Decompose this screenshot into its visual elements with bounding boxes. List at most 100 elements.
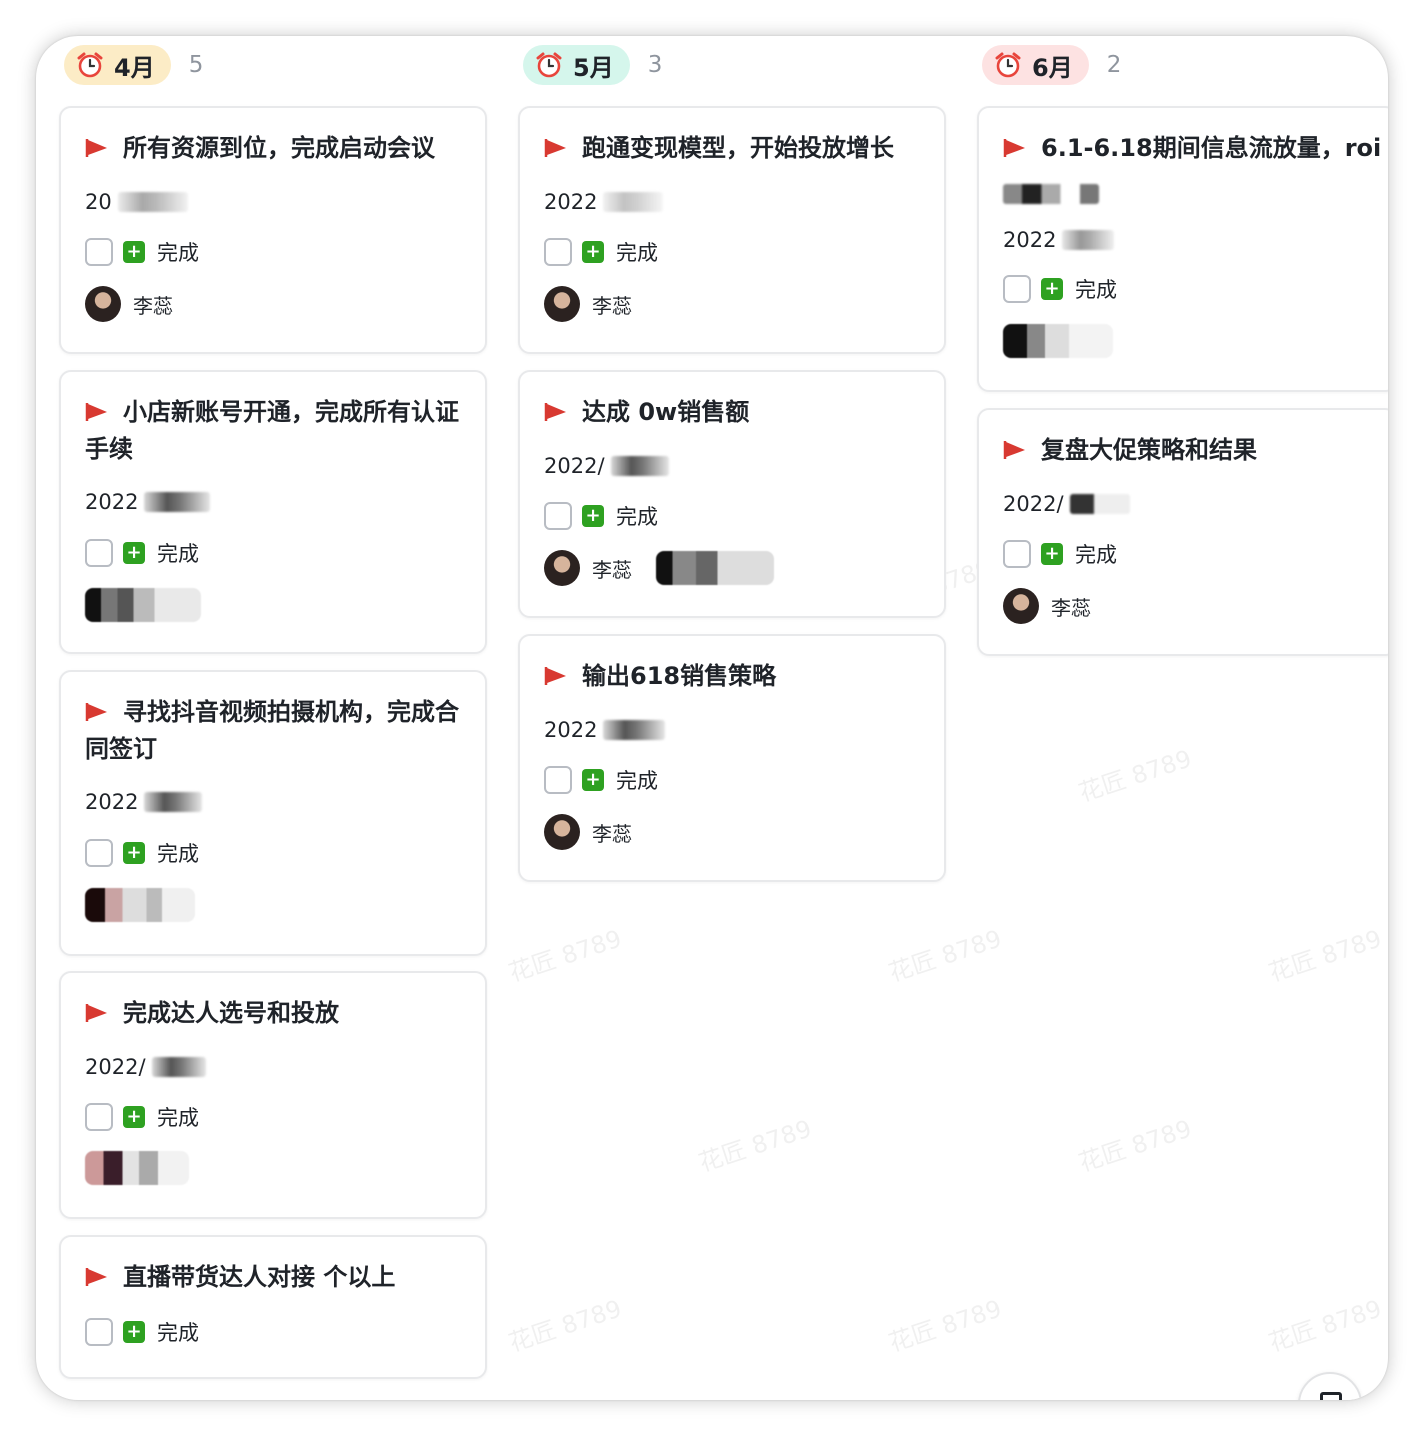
month-pill[interactable]: 5月 xyxy=(523,45,630,85)
task-card[interactable]: 复盘大促策略和结果 2022/ + 完成 李蕊 xyxy=(977,408,1388,656)
card-owner[interactable] xyxy=(1003,324,1113,358)
card-title: 6.1-6.18期间信息流放量，roi xyxy=(1003,130,1387,167)
complete-checkbox[interactable] xyxy=(544,766,572,794)
card-date: 2022 xyxy=(85,790,203,814)
blurred-owner xyxy=(656,551,774,585)
card-count: 3 xyxy=(647,52,663,78)
complete-toggle[interactable]: + 完成 xyxy=(85,838,199,868)
red-flag-icon xyxy=(85,1268,107,1286)
card-owner[interactable]: 李蕊 xyxy=(544,550,774,586)
month-label: 5月 xyxy=(573,53,614,82)
card-date: 2022 xyxy=(544,190,664,214)
avatar xyxy=(85,286,121,322)
card-count: 2 xyxy=(1106,52,1122,78)
complete-toggle[interactable]: + 完成 xyxy=(85,237,199,267)
card-title: 所有资源到位，完成启动会议 xyxy=(85,130,463,167)
task-card[interactable]: 6.1-6.18期间信息流放量，roi 2022 + 完成 xyxy=(977,106,1388,392)
task-card[interactable]: 寻找抖音视频拍摄机构，完成合同签订 2022 + 完成 xyxy=(59,670,487,956)
complete-checkbox[interactable] xyxy=(85,238,113,266)
red-flag-icon xyxy=(544,403,566,421)
task-card[interactable]: 达成 0w销售额 2022/ + 完成 李蕊 xyxy=(518,370,946,618)
task-card[interactable]: 跑通变现模型，开始投放增长 2022 + 完成 李蕊 xyxy=(518,106,946,354)
card-date: 2022 xyxy=(85,490,211,514)
card-title: 跑通变现模型，开始投放增长 xyxy=(544,130,922,167)
complete-checkbox[interactable] xyxy=(544,238,572,266)
card-owner[interactable] xyxy=(85,588,201,622)
card-date: 2022 xyxy=(544,718,666,742)
avatar xyxy=(544,814,580,850)
card-owner[interactable]: 李蕊 xyxy=(85,286,173,322)
avatar xyxy=(544,286,580,322)
blurred-owner xyxy=(85,588,201,622)
complete-toggle[interactable]: + 完成 xyxy=(85,1317,199,1347)
complete-toggle[interactable]: + 完成 xyxy=(544,237,658,267)
card-date: 2022/ xyxy=(85,1055,206,1079)
complete-toggle[interactable]: + 完成 xyxy=(1003,539,1117,569)
complete-checkbox[interactable] xyxy=(85,1103,113,1131)
card-count: 5 xyxy=(188,52,204,78)
card-date: 20 xyxy=(85,190,188,214)
avatar xyxy=(1003,588,1039,624)
complete-checkbox[interactable] xyxy=(1003,275,1031,303)
alarm-clock-icon xyxy=(536,52,562,78)
complete-toggle[interactable]: + 完成 xyxy=(85,538,199,568)
app-frame: 花匠 8789 花匠 8789 花匠 8789 花匠 8789 花匠 8789 … xyxy=(36,36,1388,1400)
card-title: 输出618销售策略 xyxy=(544,658,922,695)
task-card[interactable]: 输出618销售策略 2022 + 完成 李蕊 xyxy=(518,634,946,882)
blurred-owner xyxy=(85,1151,189,1185)
card-title: 完成达人选号和投放 xyxy=(85,995,463,1032)
task-card[interactable]: 小店新账号开通，完成所有认证手续 2022 + 完成 xyxy=(59,370,487,654)
alarm-clock-icon xyxy=(995,52,1021,78)
complete-toggle[interactable]: + 完成 xyxy=(544,501,658,531)
complete-toggle[interactable]: + 完成 xyxy=(544,765,658,795)
card-date: 2022/ xyxy=(1003,492,1130,516)
card-title: 复盘大促策略和结果 xyxy=(1003,432,1373,469)
card-title: 小店新账号开通，完成所有认证手续 xyxy=(85,398,459,463)
blurred-owner xyxy=(85,888,195,922)
window-icon xyxy=(1320,1392,1342,1400)
card-owner[interactable] xyxy=(85,1151,189,1185)
red-flag-icon xyxy=(85,703,107,721)
task-card[interactable]: 直播带货达人对接 个以上 + 完成 xyxy=(59,1235,487,1379)
red-flag-icon xyxy=(544,139,566,157)
complete-checkbox[interactable] xyxy=(1003,540,1031,568)
red-flag-icon xyxy=(1003,139,1025,157)
green-plus-icon: + xyxy=(1041,278,1063,300)
card-owner[interactable]: 李蕊 xyxy=(544,814,632,850)
complete-checkbox[interactable] xyxy=(85,539,113,567)
green-plus-icon: + xyxy=(123,1106,145,1128)
green-plus-icon: + xyxy=(582,241,604,263)
green-plus-icon: + xyxy=(123,842,145,864)
month-pill[interactable]: 6月 xyxy=(982,45,1089,85)
green-plus-icon: + xyxy=(1041,543,1063,565)
card-owner[interactable]: 李蕊 xyxy=(1003,588,1091,624)
task-card[interactable]: 所有资源到位，完成启动会议 20 + 完成 李蕊 xyxy=(59,106,487,354)
card-owner[interactable]: 李蕊 xyxy=(544,286,632,322)
column-april: 4月 5 所有资源到位，完成启动会议 20 + 完成 李蕊 小店新账号开通，完成… xyxy=(36,36,487,1400)
avatar xyxy=(544,550,580,586)
month-label: 6月 xyxy=(1032,53,1073,82)
month-pill[interactable]: 4月 xyxy=(64,45,171,85)
red-flag-icon xyxy=(85,403,107,421)
red-flag-icon xyxy=(85,139,107,157)
card-title: 直播带货达人对接 个以上 xyxy=(85,1259,463,1296)
complete-toggle[interactable]: + 完成 xyxy=(85,1102,199,1132)
green-plus-icon: + xyxy=(123,1321,145,1343)
red-flag-icon xyxy=(85,1004,107,1022)
complete-toggle[interactable]: + 完成 xyxy=(1003,274,1117,304)
card-date xyxy=(1003,184,1099,204)
column-june: 6月 2 6.1-6.18期间信息流放量，roi 2022 + 完成 复盘大促策… xyxy=(954,36,1388,1400)
complete-checkbox[interactable] xyxy=(85,1318,113,1346)
card-owner[interactable] xyxy=(85,888,195,922)
card-title: 达成 0w销售额 xyxy=(544,394,922,431)
green-plus-icon: + xyxy=(123,241,145,263)
complete-checkbox[interactable] xyxy=(544,502,572,530)
column-header: 4月 5 xyxy=(64,45,203,85)
task-card[interactable]: 完成达人选号和投放 2022/ + 完成 xyxy=(59,971,487,1219)
card-title: 寻找抖音视频拍摄机构，完成合同签订 xyxy=(85,698,459,763)
complete-checkbox[interactable] xyxy=(85,839,113,867)
column-header: 6月 2 xyxy=(982,45,1121,85)
column-may: 5月 3 跑通变现模型，开始投放增长 2022 + 完成 李蕊 达成 0w销售额… xyxy=(495,36,946,1400)
alarm-clock-icon xyxy=(77,52,103,78)
green-plus-icon: + xyxy=(123,542,145,564)
